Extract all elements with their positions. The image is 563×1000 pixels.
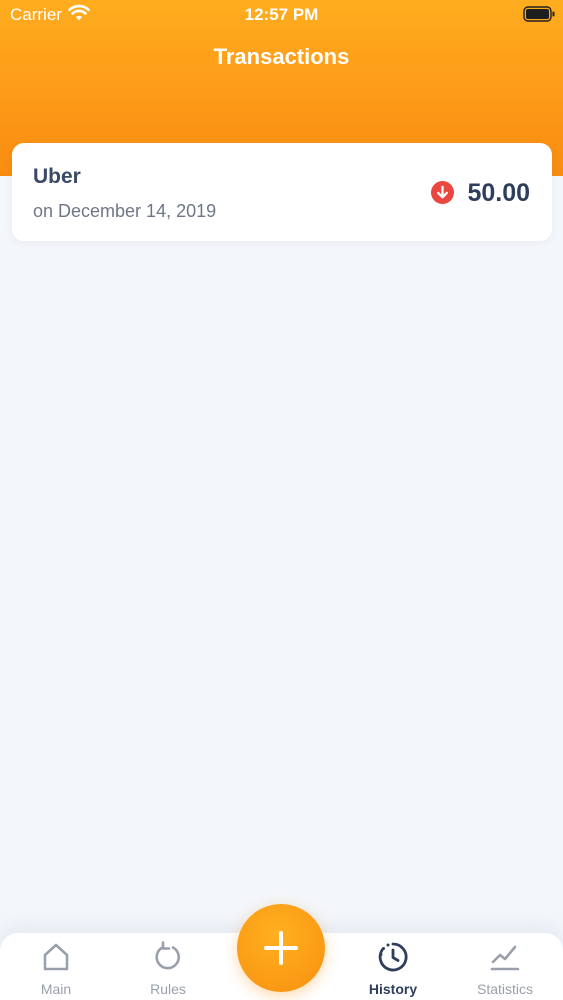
battery-icon	[523, 6, 555, 22]
down-arrow-icon	[431, 181, 454, 204]
tab-history[interactable]: History	[337, 933, 449, 1000]
status-bar: Carrier 12:57 PM	[0, 0, 563, 30]
refresh-icon	[155, 941, 180, 970]
transaction-card[interactable]: Uber on December 14, 2019 50.00	[12, 143, 552, 241]
clock-icon	[378, 942, 408, 972]
home-icon	[43, 943, 69, 971]
tab-rules[interactable]: Rules	[112, 933, 224, 1000]
tab-history-label: History	[368, 981, 418, 997]
tab-main-label: Main	[40, 981, 72, 997]
transaction-amount: 50.00	[467, 179, 530, 207]
transaction-name: Uber	[33, 165, 81, 188]
chart-icon	[490, 945, 520, 971]
status-time: 12:57 PM	[244, 5, 319, 24]
page-title: Transactions	[213, 44, 350, 69]
transaction-date: on December 14, 2019	[33, 201, 217, 221]
tab-statistics[interactable]: Statistics	[449, 933, 561, 1000]
add-transaction-button[interactable]	[237, 904, 325, 992]
tab-main[interactable]: Main	[0, 933, 112, 1000]
tab-statistics-label: Statistics	[476, 981, 533, 997]
tab-rules-label: Rules	[150, 981, 186, 997]
plus-icon	[264, 931, 298, 965]
